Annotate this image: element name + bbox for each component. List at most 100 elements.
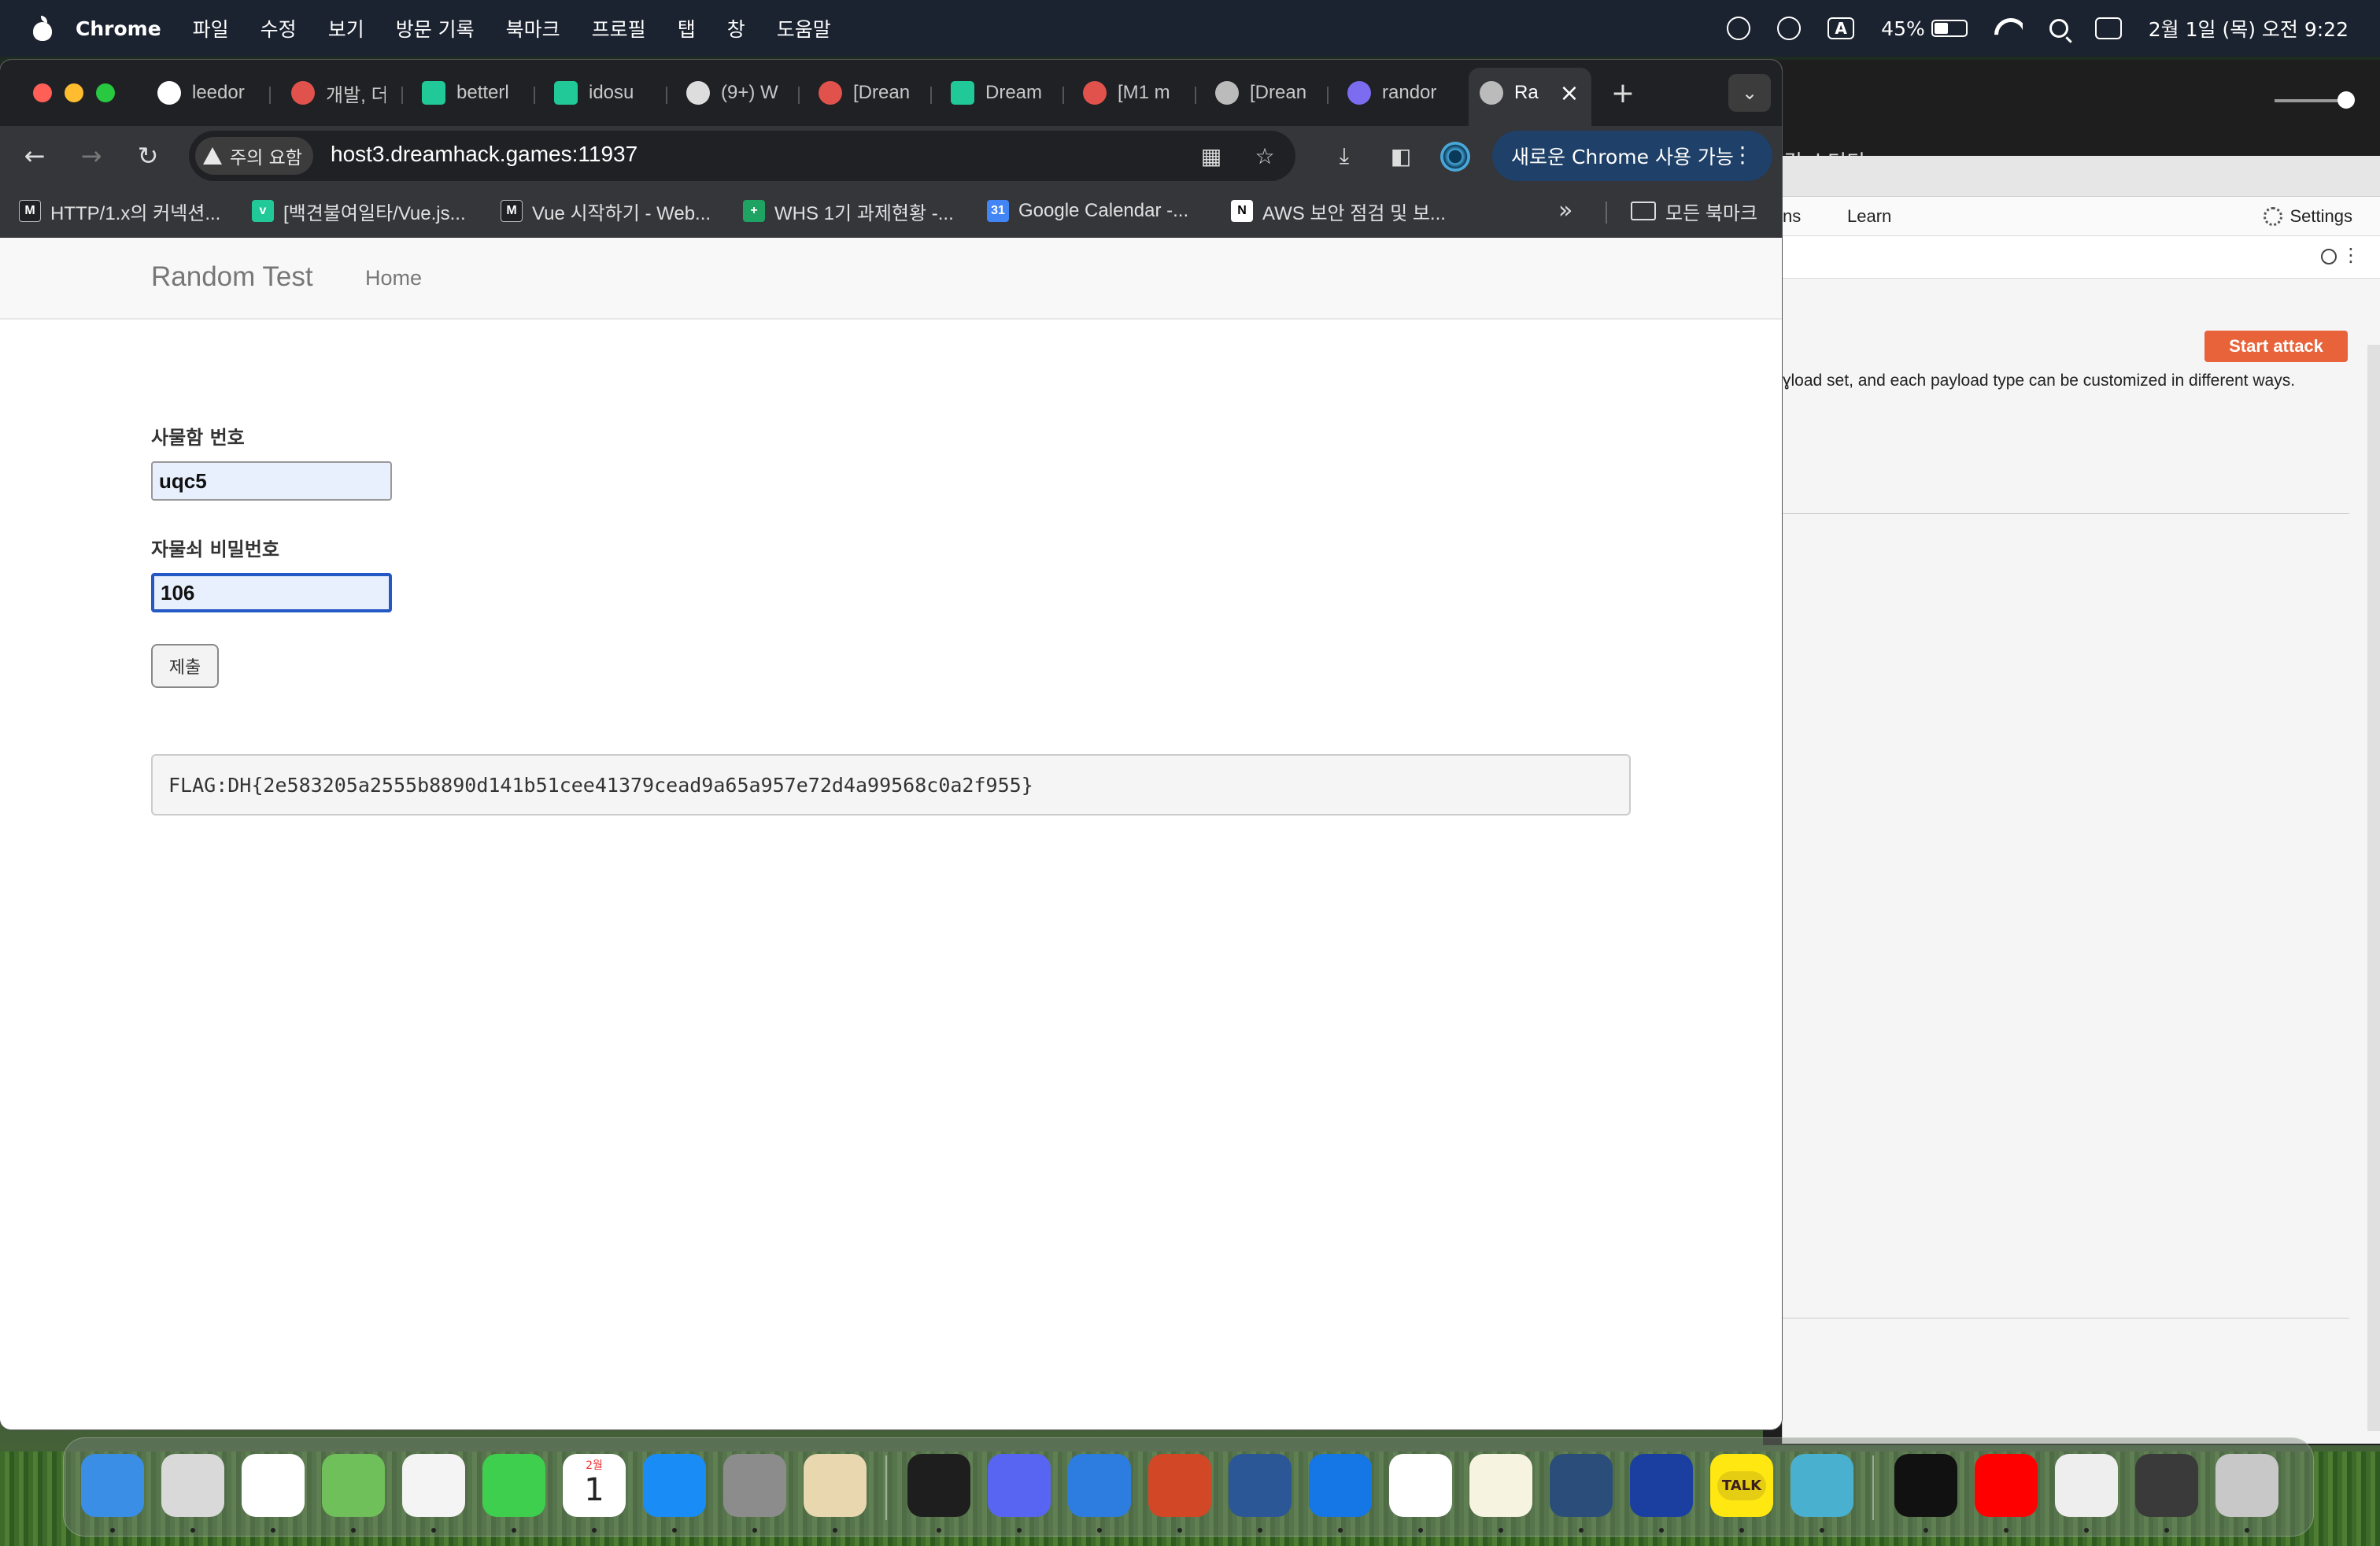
phone-mirror-icon[interactable] [2055, 1454, 2118, 1517]
input-source-icon[interactable]: A [1828, 17, 1855, 39]
menu-item-view[interactable]: 보기 [328, 14, 364, 43]
url-text[interactable]: host3.dreamhack.games:11937 [331, 142, 638, 167]
chrome-icon[interactable] [242, 1454, 305, 1517]
xcode-tools-icon[interactable] [1068, 1454, 1131, 1517]
word-icon[interactable] [1229, 1454, 1292, 1517]
menu-item-tab[interactable]: 탭 [678, 14, 696, 43]
translate-icon[interactable]: ▦ [1198, 143, 1225, 169]
menu-item-edit[interactable]: 수정 [261, 14, 297, 43]
back-icon[interactable]: ← [19, 140, 50, 172]
background-slider-knob[interactable] [2338, 91, 2355, 109]
tab-random[interactable]: randor [1347, 77, 1443, 109]
reload-icon[interactable]: ↻ [132, 140, 164, 172]
menu-item-bookmarks[interactable]: 북마크 [506, 14, 560, 43]
chrome-menu-icon[interactable]: ⋮ [1731, 142, 1754, 168]
tab-notifications[interactable]: (9+) W [686, 77, 782, 109]
tab-velog[interactable]: Dream [951, 77, 1047, 109]
menu-app-name[interactable]: Chrome [76, 17, 161, 40]
xcode-icon[interactable] [1309, 1454, 1372, 1517]
more-bookmarks-icon[interactable]: » [1558, 197, 1572, 224]
forward-icon[interactable]: → [76, 140, 107, 172]
all-bookmarks-folder[interactable]: 모든 북마크 [1631, 197, 1757, 225]
battery-status[interactable]: 45% [1881, 17, 1968, 40]
recycle-icon[interactable] [804, 1454, 867, 1517]
address-bar[interactable]: 주의 요함 host3.dreamhack.games:11937 ▦ ☆ [189, 131, 1295, 181]
nav-home-link[interactable]: Home [365, 266, 422, 290]
minimize-window-button[interactable] [65, 83, 83, 102]
menu-item-profiles[interactable]: 프로필 [592, 14, 646, 43]
lock-password-input[interactable] [151, 573, 392, 612]
app-store-icon[interactable] [643, 1454, 706, 1517]
tab-dreamhack[interactable]: 개발, 더 [291, 77, 386, 109]
security-warning-chip[interactable]: 주의 요함 [195, 137, 313, 175]
menu-clock[interactable]: 2월 1일 (목) 오전 9:22 [2149, 14, 2349, 43]
burp-settings-button[interactable]: Settings [2263, 206, 2352, 227]
system-settings-icon[interactable] [723, 1454, 786, 1517]
kakaotalk-icon[interactable]: TALK [1710, 1454, 1773, 1517]
tab-github[interactable]: leedor [157, 77, 258, 109]
bookmark-item[interactable]: 31 Google Calendar -... [987, 197, 1188, 225]
menu-item-help[interactable]: 도움말 [777, 14, 831, 43]
tab-random-test[interactable]: Ra [1480, 77, 1550, 109]
site-brand[interactable]: Random Test [151, 261, 313, 293]
proxy-icon[interactable] [1630, 1454, 1693, 1517]
menu-item-history[interactable]: 방문 기록 [396, 14, 475, 43]
more-options-icon[interactable]: ⋮ [2341, 244, 2360, 266]
screen-window-icon[interactable] [2135, 1454, 2198, 1517]
wireshark-icon[interactable] [1550, 1454, 1613, 1517]
menu-item-file[interactable]: 파일 [193, 14, 229, 43]
tab-velog[interactable]: idosu [554, 77, 650, 109]
bookmark-item[interactable]: N AWS 보안 점검 및 보... [1231, 197, 1446, 225]
dreamhack-icon [819, 81, 842, 105]
discord-icon[interactable] [988, 1454, 1051, 1517]
notes-icon[interactable] [1469, 1454, 1532, 1517]
trash-icon[interactable] [2216, 1454, 2278, 1517]
reeder-icon[interactable] [1791, 1454, 1853, 1517]
tab-dreamhack[interactable]: [Drean [819, 77, 915, 109]
powerpoint-icon[interactable] [1148, 1454, 1211, 1517]
bookmark-item[interactable]: M HTTP/1.x의 커넥션... [19, 197, 220, 225]
launchpad-icon[interactable] [161, 1454, 224, 1517]
maps-icon[interactable] [322, 1454, 385, 1517]
burp-menu-learn[interactable]: Learn [1847, 206, 1891, 227]
finder-icon[interactable] [81, 1454, 144, 1517]
instruments-icon[interactable] [1389, 1454, 1452, 1517]
tab-dreamhack[interactable]: [M1 m [1083, 77, 1179, 109]
locker-number-input[interactable] [151, 461, 392, 501]
netflix-icon[interactable] [1894, 1454, 1957, 1517]
tab-velog[interactable]: betterl [422, 77, 518, 109]
control-center-icon[interactable] [2094, 17, 2122, 39]
calendar-icon[interactable]: 2월 1 [563, 1454, 626, 1517]
tab-search-icon[interactable]: ⌄ [1728, 74, 1771, 112]
close-window-button[interactable] [33, 83, 52, 102]
wifi-icon[interactable] [1994, 18, 2023, 39]
burp-menu-partial[interactable]: ns [1783, 206, 1801, 227]
bookmark-star-icon[interactable]: ☆ [1251, 143, 1278, 169]
accessibility-icon[interactable] [1777, 17, 1802, 40]
zoom-window-button[interactable] [96, 83, 115, 102]
burp-scrollbar[interactable] [2367, 345, 2380, 1431]
submit-button[interactable]: 제출 [151, 644, 219, 688]
new-tab-icon[interactable]: + [1607, 77, 1639, 109]
photos-icon[interactable] [402, 1454, 465, 1517]
bookmark-item[interactable]: + WHS 1기 과제현황 -... [743, 197, 954, 225]
menu-item-window[interactable]: 창 [727, 14, 745, 43]
bookmark-item[interactable]: v [백견불여일타/Vue.js... [252, 197, 466, 225]
youtube-icon[interactable] [1975, 1454, 2038, 1517]
chat-status-icon[interactable] [1727, 17, 1751, 40]
chrome-update-button[interactable]: 새로운 Chrome 사용 가능 ⋮ [1492, 131, 1772, 181]
burp-search-bar[interactable]: ⋮ [1783, 236, 2380, 279]
bookmark-item[interactable]: M Vue 시작하기 - Web... [501, 197, 711, 225]
side-panel-icon[interactable]: ◧ [1385, 140, 1417, 172]
terminal-icon[interactable] [907, 1454, 970, 1517]
tab-web[interactable]: [Drean [1215, 77, 1311, 109]
apple-menu-icon[interactable] [31, 16, 54, 41]
search-icon[interactable] [2321, 249, 2337, 264]
facetime-icon[interactable] [482, 1454, 545, 1517]
start-attack-button[interactable]: Start attack [2204, 331, 2348, 362]
download-icon[interactable]: ⤓ [1329, 140, 1360, 172]
bookmark-folder-label: 모든 북마크 [1665, 202, 1758, 224]
spotlight-search-icon[interactable] [2049, 19, 2068, 38]
close-tab-icon[interactable]: × [1555, 77, 1584, 109]
extension-icon[interactable] [1440, 142, 1470, 172]
